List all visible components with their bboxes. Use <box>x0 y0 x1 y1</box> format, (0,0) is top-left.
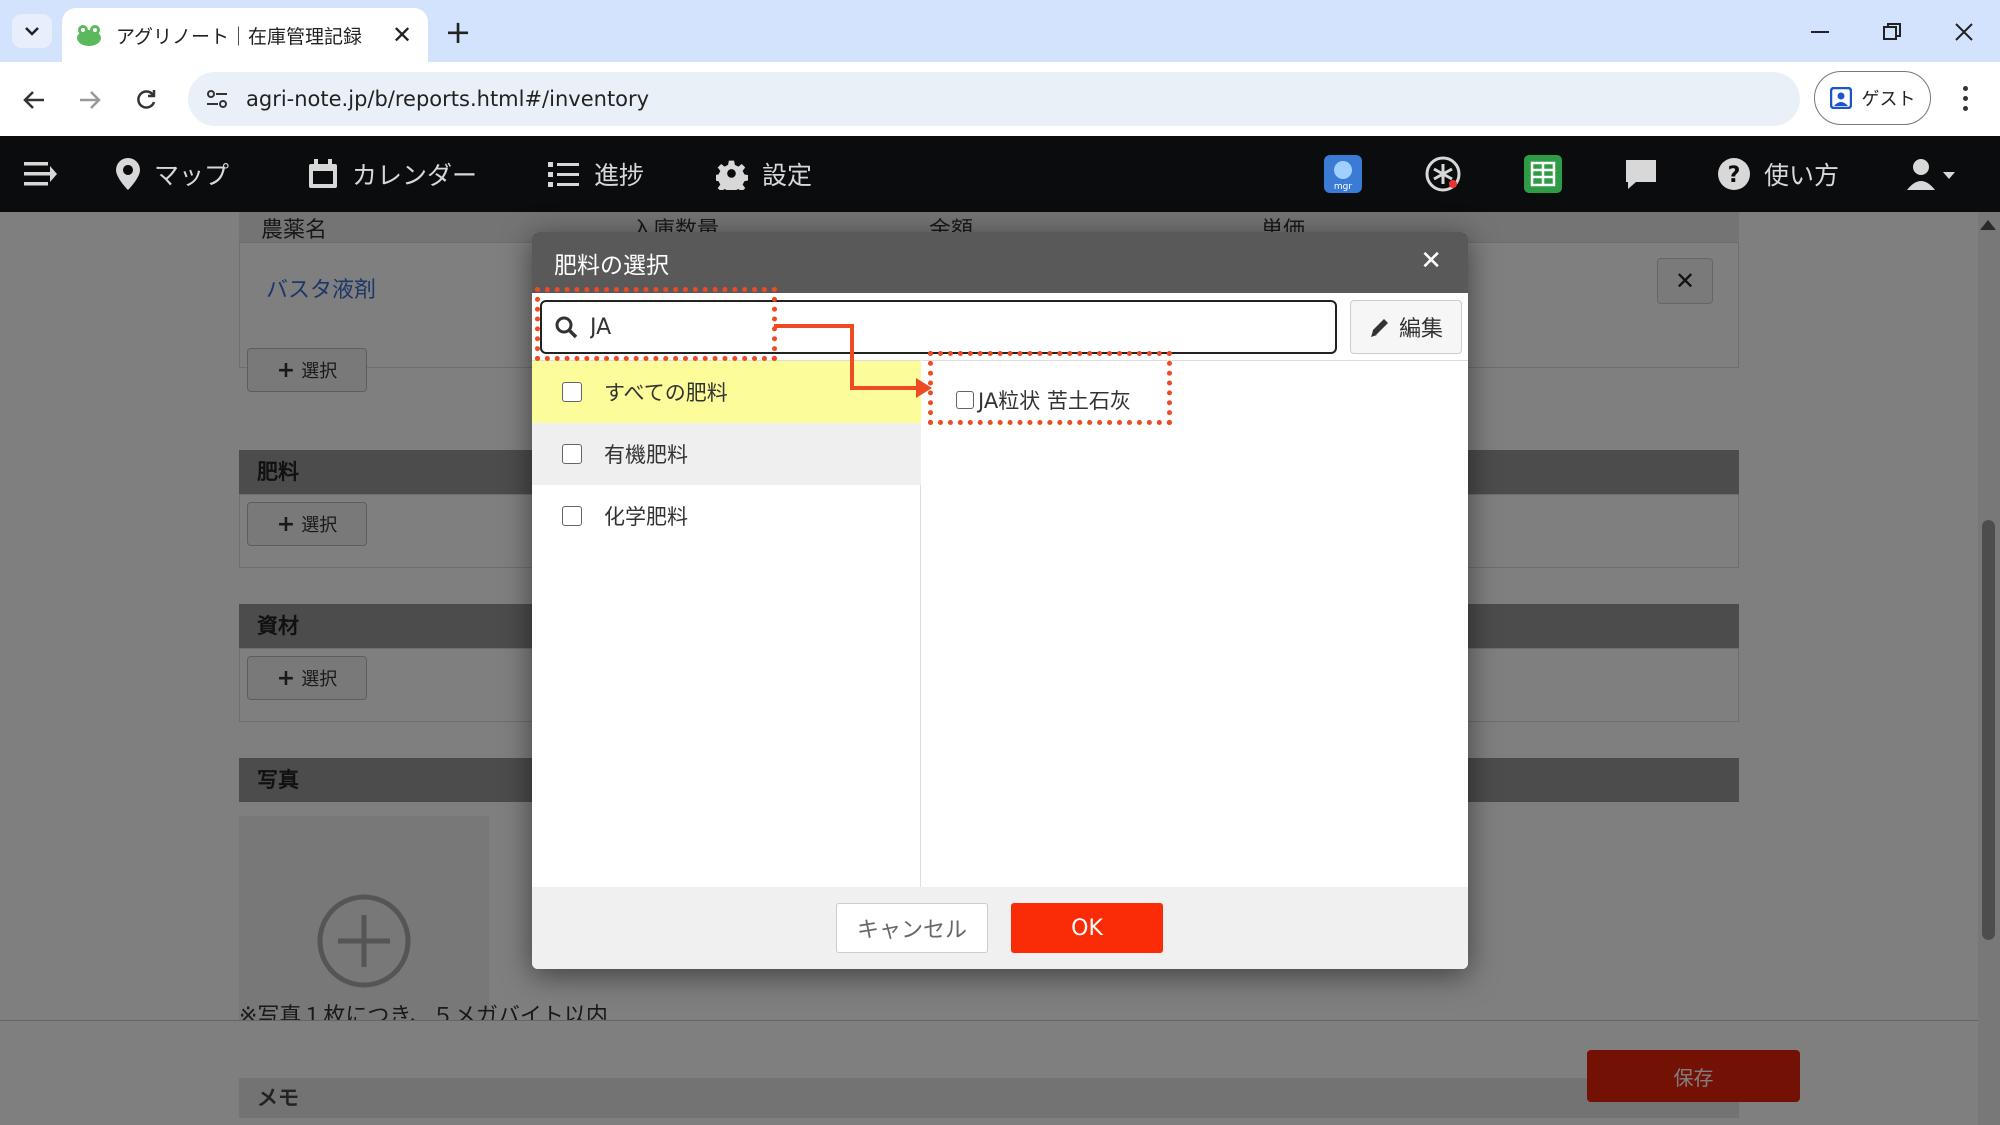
spreadsheet-app-icon[interactable] <box>1522 153 1564 195</box>
chat-icon[interactable] <box>1620 153 1662 195</box>
category-checkbox[interactable] <box>562 506 582 526</box>
browser-tab[interactable]: アグリノート｜在庫管理記録 ✕ <box>62 8 428 62</box>
nav-map[interactable]: マップ <box>116 136 229 212</box>
nav-help-label: 使い方 <box>1764 161 1840 190</box>
window-close-icon[interactable] <box>1944 14 1984 50</box>
category-checkbox[interactable] <box>562 382 582 402</box>
callout-arrow-icon <box>774 324 932 398</box>
tab-close-icon[interactable]: ✕ <box>390 21 414 49</box>
category-list: すべての肥料 有機肥料 化学肥料 <box>532 360 921 887</box>
edit-label: 編集 <box>1398 317 1443 342</box>
nav-progress[interactable]: 進捗 <box>548 136 644 212</box>
svg-text:mgr: mgr <box>1334 182 1352 192</box>
category-checkbox[interactable] <box>562 444 582 464</box>
app-navbar: マップ カレンダー 進捗 設定 mgr ? 使い方 <box>0 136 2000 212</box>
mgr-app-icon[interactable]: mgr <box>1322 153 1364 195</box>
cancel-button[interactable]: キャンセル <box>836 903 988 953</box>
pencil-icon <box>1370 319 1388 337</box>
agriculture-app-icon[interactable] <box>1422 153 1464 195</box>
url-text: agri-note.jp/b/reports.html#/inventory <box>246 87 650 111</box>
result-highlight-box <box>928 351 1172 425</box>
nav-help[interactable]: ? 使い方 <box>1718 136 1839 212</box>
forward-icon[interactable] <box>70 80 110 120</box>
dialog-title: 肥料の選択 <box>554 252 669 279</box>
frog-favicon-icon <box>77 25 101 46</box>
category-label: 有機肥料 <box>604 443 688 467</box>
edit-button[interactable]: 編集 <box>1350 300 1462 354</box>
profile-button[interactable]: ゲスト <box>1814 71 1931 125</box>
ok-button[interactable]: OK <box>1011 903 1163 953</box>
tab-list-button[interactable] <box>12 14 52 48</box>
nav-settings[interactable]: 設定 <box>716 136 812 212</box>
back-icon[interactable] <box>14 80 54 120</box>
site-settings-icon[interactable] <box>206 89 228 109</box>
dialog-header: 肥料の選択 ✕ <box>532 232 1468 293</box>
gear-icon <box>716 160 748 190</box>
category-label: 化学肥料 <box>604 505 688 529</box>
chevron-down-icon <box>25 27 39 36</box>
nav-map-label: マップ <box>154 161 230 190</box>
nav-settings-label: 設定 <box>762 161 813 190</box>
minimize-icon[interactable] <box>1800 14 1840 50</box>
fertilizer-result-list: JA粒状 苦土石灰 <box>922 360 1468 887</box>
category-organic[interactable]: 有機肥料 <box>532 423 921 485</box>
menu-toggle-icon[interactable] <box>20 153 62 195</box>
category-chemical[interactable]: 化学肥料 <box>532 485 921 547</box>
svg-text:?: ? <box>1728 163 1741 188</box>
nav-progress-label: 進捗 <box>594 161 645 190</box>
new-tab-icon[interactable]: + <box>440 13 476 51</box>
search-highlight-box <box>535 287 777 361</box>
profile-label: ゲスト <box>1861 89 1916 110</box>
restore-icon[interactable] <box>1872 14 1912 50</box>
omnibox[interactable]: agri-note.jp/b/reports.html#/inventory <box>188 72 1800 126</box>
tab-title: アグリノート｜在庫管理記録 <box>116 25 363 48</box>
reload-icon[interactable] <box>126 80 166 120</box>
profile-icon <box>1829 87 1852 109</box>
map-pin-icon <box>116 158 140 190</box>
browser-menu-icon[interactable] <box>1950 76 1980 120</box>
calendar-icon <box>309 159 337 188</box>
category-label: すべての肥料 <box>604 381 728 405</box>
user-menu-icon[interactable] <box>1904 153 1960 195</box>
browser-tab-bar: アグリノート｜在庫管理記録 ✕ + <box>0 0 2000 62</box>
nav-calendar[interactable]: カレンダー <box>308 136 477 212</box>
address-bar-row: agri-note.jp/b/reports.html#/inventory ゲ… <box>0 62 2000 136</box>
dialog-close-icon[interactable]: ✕ <box>1420 246 1442 276</box>
dialog-footer: キャンセル OK <box>532 887 1468 969</box>
nav-calendar-label: カレンダー <box>352 161 478 190</box>
help-icon: ? <box>1718 158 1750 190</box>
checklist-icon <box>548 162 579 187</box>
